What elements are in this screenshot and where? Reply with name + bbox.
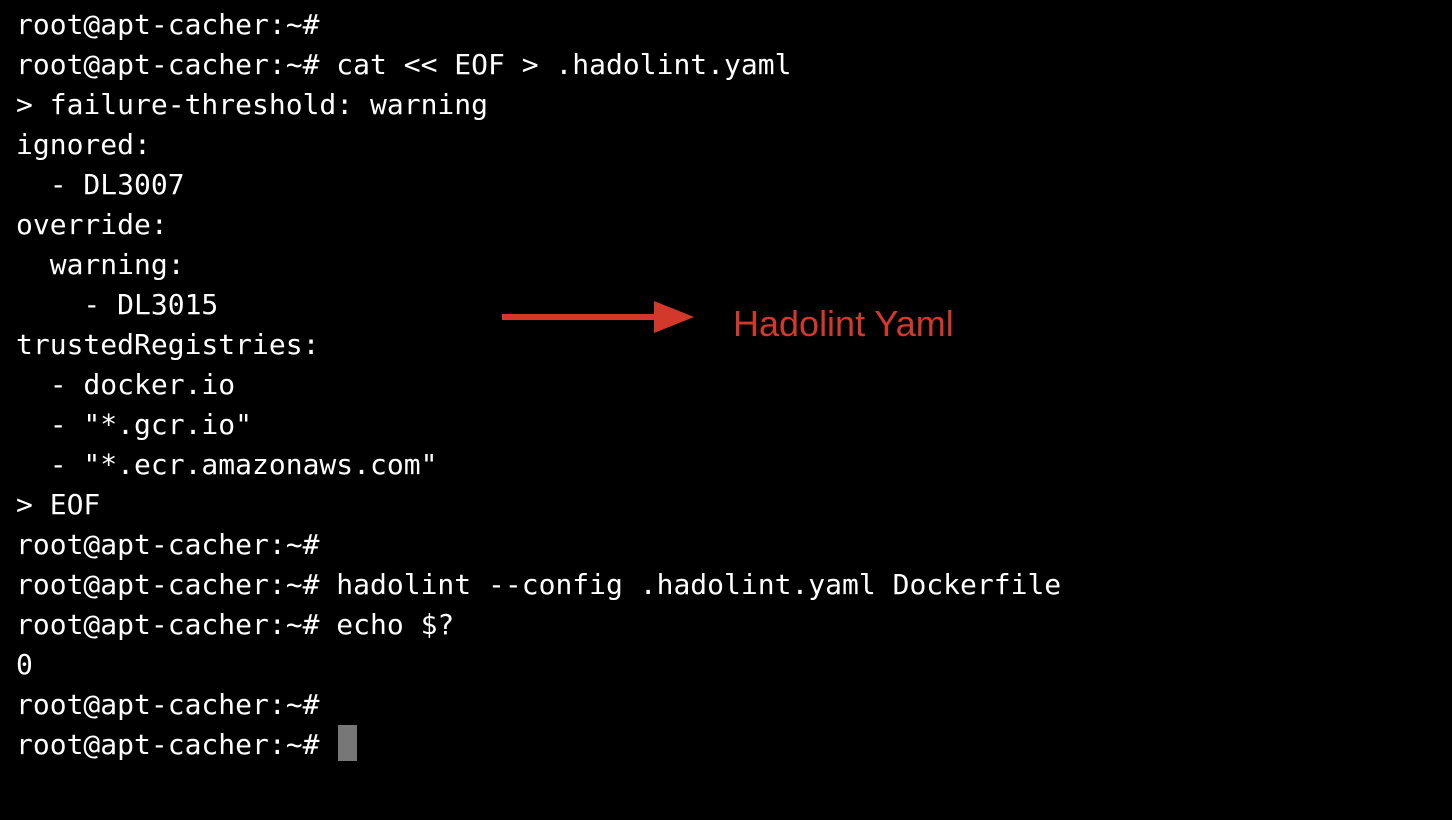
terminal-line-2: root@apt-cacher:~# cat << EOF > .hadolin… — [16, 48, 792, 81]
terminal-input-line[interactable]: root@apt-cacher:~# — [16, 725, 1061, 765]
terminal-line-16: root@apt-cacher:~# echo $? — [16, 608, 455, 641]
terminal-line-11: - "*.gcr.io" — [16, 408, 253, 441]
terminal-line-13: > EOF — [16, 488, 101, 521]
arrow-right-icon — [502, 301, 694, 333]
annotation-label: Hadolint Yaml — [733, 303, 954, 344]
terminal-line-18: root@apt-cacher:~# — [16, 688, 320, 721]
terminal-line-3: > failure-threshold: warning — [16, 88, 489, 121]
terminal-line-7: warning: — [16, 248, 185, 281]
text-cursor — [338, 725, 358, 761]
arrow-head — [654, 301, 694, 333]
terminal-line-1: root@apt-cacher:~# — [16, 8, 320, 41]
terminal-line-14: root@apt-cacher:~# — [16, 528, 320, 561]
terminal-line-17: 0 — [16, 648, 33, 681]
terminal-window[interactable]: root@apt-cacher:~# root@apt-cacher:~# ca… — [0, 0, 1452, 820]
terminal-line-5: - DL3007 — [16, 168, 185, 201]
terminal-line-15: root@apt-cacher:~# hadolint --config .ha… — [16, 568, 1062, 601]
terminal-line-6: override: — [16, 208, 168, 241]
terminal-line-12: - "*.ecr.amazonaws.com" — [16, 448, 438, 481]
terminal-line-4: ignored: — [16, 128, 151, 161]
terminal-prompt: root@apt-cacher:~# — [16, 728, 337, 761]
terminal-output: root@apt-cacher:~# root@apt-cacher:~# ca… — [16, 5, 1061, 765]
terminal-line-10: - docker.io — [16, 368, 236, 401]
